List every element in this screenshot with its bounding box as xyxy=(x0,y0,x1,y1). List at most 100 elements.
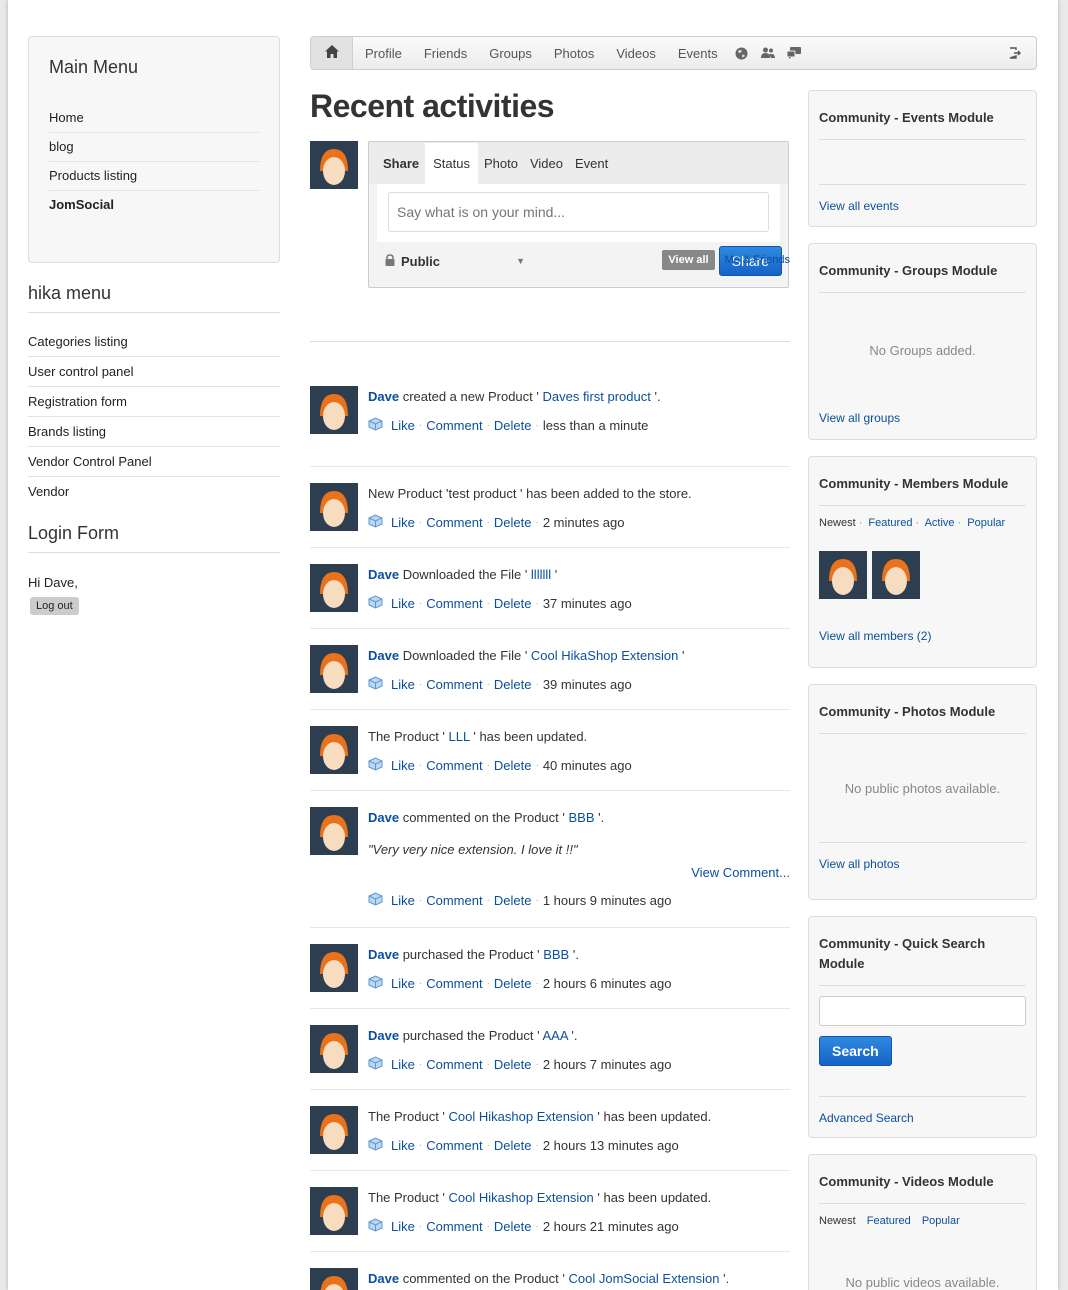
delete-link[interactable]: Delete xyxy=(494,418,532,433)
messages-icon[interactable] xyxy=(786,46,801,60)
member-avatar[interactable] xyxy=(819,551,867,599)
activity-object-link[interactable]: Cool Hikashop Extension xyxy=(449,1109,594,1124)
activity-object-link[interactable]: BBB xyxy=(568,810,594,825)
view-all-members-link[interactable]: View all members (2) xyxy=(819,615,1026,643)
avatar[interactable] xyxy=(310,386,358,434)
status-input[interactable] xyxy=(388,192,769,232)
hika-menu-item-vendor[interactable]: Vendor xyxy=(28,477,280,506)
view-all-photos-link[interactable]: View all photos xyxy=(819,842,1026,871)
main-menu-item-products-listing[interactable]: Products listing xyxy=(49,162,259,191)
nav-videos[interactable]: Videos xyxy=(605,46,667,61)
members-tab-newest[interactable]: Newest xyxy=(819,517,856,529)
members-tab-active[interactable]: Active xyxy=(925,517,955,529)
comment-link[interactable]: Comment xyxy=(426,596,482,611)
delete-link[interactable]: Delete xyxy=(494,677,532,692)
like-link[interactable]: Like xyxy=(391,976,415,991)
comment-link[interactable]: Comment xyxy=(426,677,482,692)
users-icon[interactable] xyxy=(760,46,775,60)
nav-events[interactable]: Events xyxy=(667,46,729,61)
delete-link[interactable]: Delete xyxy=(494,976,532,991)
delete-link[interactable]: Delete xyxy=(494,1138,532,1153)
view-comment-link[interactable]: View Comment... xyxy=(368,865,790,880)
activity-object-link[interactable]: Cool Hikashop Extension xyxy=(449,1190,594,1205)
delete-link[interactable]: Delete xyxy=(494,893,532,908)
hika-menu-item-brands[interactable]: Brands listing xyxy=(28,417,280,447)
activity-actor-link[interactable]: Dave xyxy=(368,1271,399,1286)
logout-icon[interactable] xyxy=(1008,46,1022,60)
hika-menu-item-user-control-panel[interactable]: User control panel xyxy=(28,357,280,387)
avatar[interactable] xyxy=(310,1106,358,1154)
delete-link[interactable]: Delete xyxy=(494,596,532,611)
privacy-select[interactable]: Public ▼ xyxy=(385,254,525,269)
avatar[interactable] xyxy=(310,645,358,693)
view-all-events-link[interactable]: View all events xyxy=(819,184,1026,213)
avatar[interactable] xyxy=(310,807,358,855)
main-menu-item-home[interactable]: Home xyxy=(49,104,259,133)
members-tab-featured[interactable]: Featured xyxy=(868,517,912,529)
delete-link[interactable]: Delete xyxy=(494,1057,532,1072)
member-avatar[interactable] xyxy=(872,551,920,599)
activity-object-link[interactable]: Cool HikaShop Extension xyxy=(531,648,678,663)
delete-link[interactable]: Delete xyxy=(494,515,532,530)
globe-icon[interactable] xyxy=(735,46,749,60)
comment-link[interactable]: Comment xyxy=(426,1057,482,1072)
tab-video[interactable]: Video xyxy=(524,156,569,171)
activity-object-link[interactable]: Daves first product xyxy=(542,389,650,404)
like-link[interactable]: Like xyxy=(391,1138,415,1153)
like-link[interactable]: Like xyxy=(391,677,415,692)
tab-event[interactable]: Event xyxy=(569,156,614,171)
activity-actor-link[interactable]: Dave xyxy=(368,810,399,825)
avatar[interactable] xyxy=(310,726,358,774)
activity-object-link[interactable]: LLL xyxy=(449,729,470,744)
main-menu-item-jomsocial[interactable]: JomSocial xyxy=(49,191,259,219)
hika-menu-item-registration-form[interactable]: Registration form xyxy=(28,387,280,417)
activity-actor-link[interactable]: Dave xyxy=(368,648,399,663)
like-link[interactable]: Like xyxy=(391,418,415,433)
hika-menu-item-vendor-control-panel[interactable]: Vendor Control Panel xyxy=(28,447,280,477)
comment-link[interactable]: Comment xyxy=(426,976,482,991)
like-link[interactable]: Like xyxy=(391,515,415,530)
logout-button[interactable]: Log out xyxy=(30,597,79,615)
comment-link[interactable]: Comment xyxy=(426,418,482,433)
main-menu-item-blog[interactable]: blog xyxy=(49,133,259,162)
avatar[interactable] xyxy=(310,564,358,612)
members-tab-popular[interactable]: Popular xyxy=(967,517,1005,529)
activity-object-link[interactable]: lllllll xyxy=(531,567,551,582)
comment-link[interactable]: Comment xyxy=(426,1219,482,1234)
nav-friends[interactable]: Friends xyxy=(413,46,478,61)
like-link[interactable]: Like xyxy=(391,1057,415,1072)
comment-link[interactable]: Comment xyxy=(426,758,482,773)
activity-actor-link[interactable]: Dave xyxy=(368,389,399,404)
avatar[interactable] xyxy=(310,483,358,531)
nav-groups[interactable]: Groups xyxy=(478,46,543,61)
like-link[interactable]: Like xyxy=(391,893,415,908)
activity-object-link[interactable]: AAA xyxy=(542,1028,567,1043)
like-link[interactable]: Like xyxy=(391,596,415,611)
like-link[interactable]: Like xyxy=(391,1219,415,1234)
tab-status[interactable]: Status xyxy=(425,142,478,184)
avatar[interactable] xyxy=(310,1187,358,1235)
delete-link[interactable]: Delete xyxy=(494,1219,532,1234)
videos-tab-popular[interactable]: Popular xyxy=(922,1215,960,1227)
activity-actor-link[interactable]: Dave xyxy=(368,1028,399,1043)
advanced-search-link[interactable]: Advanced Search xyxy=(819,1096,1026,1125)
quick-search-input[interactable] xyxy=(819,996,1026,1026)
search-button[interactable]: Search xyxy=(819,1036,892,1066)
activity-actor-link[interactable]: Dave xyxy=(368,947,399,962)
videos-tab-newest[interactable]: Newest xyxy=(819,1215,856,1227)
tab-photo[interactable]: Photo xyxy=(478,156,524,171)
comment-link[interactable]: Comment xyxy=(426,515,482,530)
nav-photos[interactable]: Photos xyxy=(543,46,605,61)
videos-tab-featured[interactable]: Featured xyxy=(867,1215,911,1227)
avatar[interactable] xyxy=(310,1268,358,1290)
filter-me-friends[interactable]: Me & Friends xyxy=(725,254,790,266)
activity-object-link[interactable]: Cool JomSocial Extension xyxy=(568,1271,719,1286)
activity-object-link[interactable]: BBB xyxy=(543,947,569,962)
comment-link[interactable]: Comment xyxy=(426,1138,482,1153)
nav-profile[interactable]: Profile xyxy=(353,46,413,61)
filter-view-all[interactable]: View all xyxy=(662,250,715,270)
view-all-groups-link[interactable]: View all groups xyxy=(819,397,1026,425)
avatar[interactable] xyxy=(310,944,358,992)
delete-link[interactable]: Delete xyxy=(494,758,532,773)
avatar[interactable] xyxy=(310,1025,358,1073)
